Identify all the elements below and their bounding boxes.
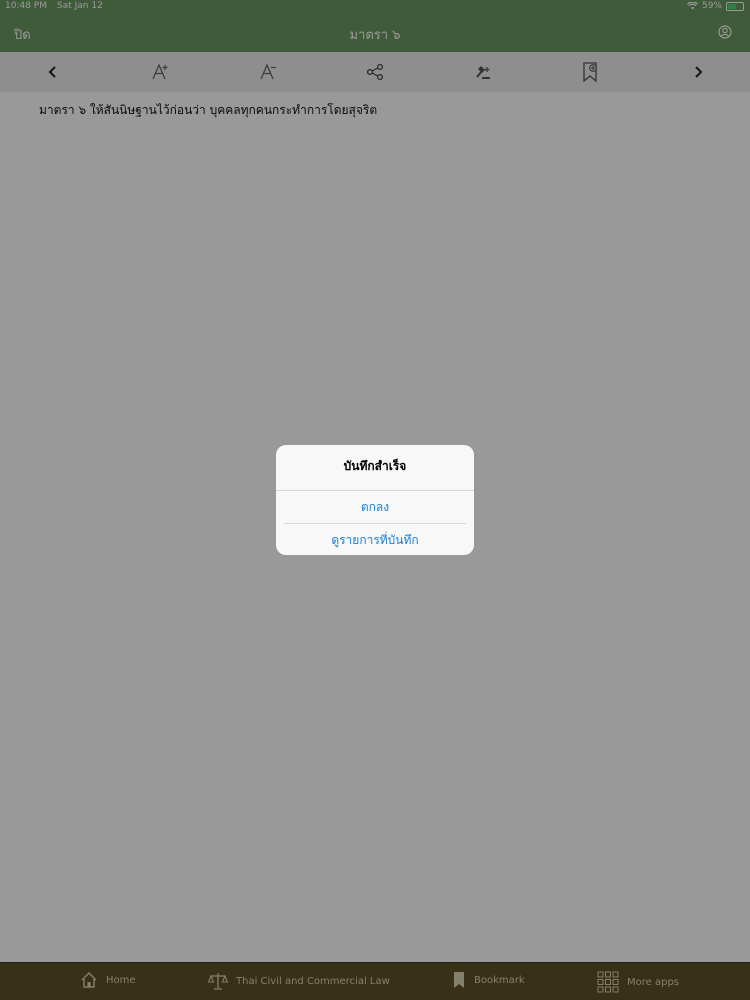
app-screen: 10:48 PM Sat Jan 12 59% ปิด มาตรา ๖ มาตร… <box>0 0 750 1000</box>
save-success-alert: บันทึกสำเร็จ ตกลง ดูรายการที่บันทึก <box>276 445 474 555</box>
view-saved-button[interactable]: ดูรายการที่บันทึก <box>284 523 466 555</box>
ok-button[interactable]: ตกลง <box>276 490 474 523</box>
alert-title: บันทึกสำเร็จ <box>343 459 407 473</box>
